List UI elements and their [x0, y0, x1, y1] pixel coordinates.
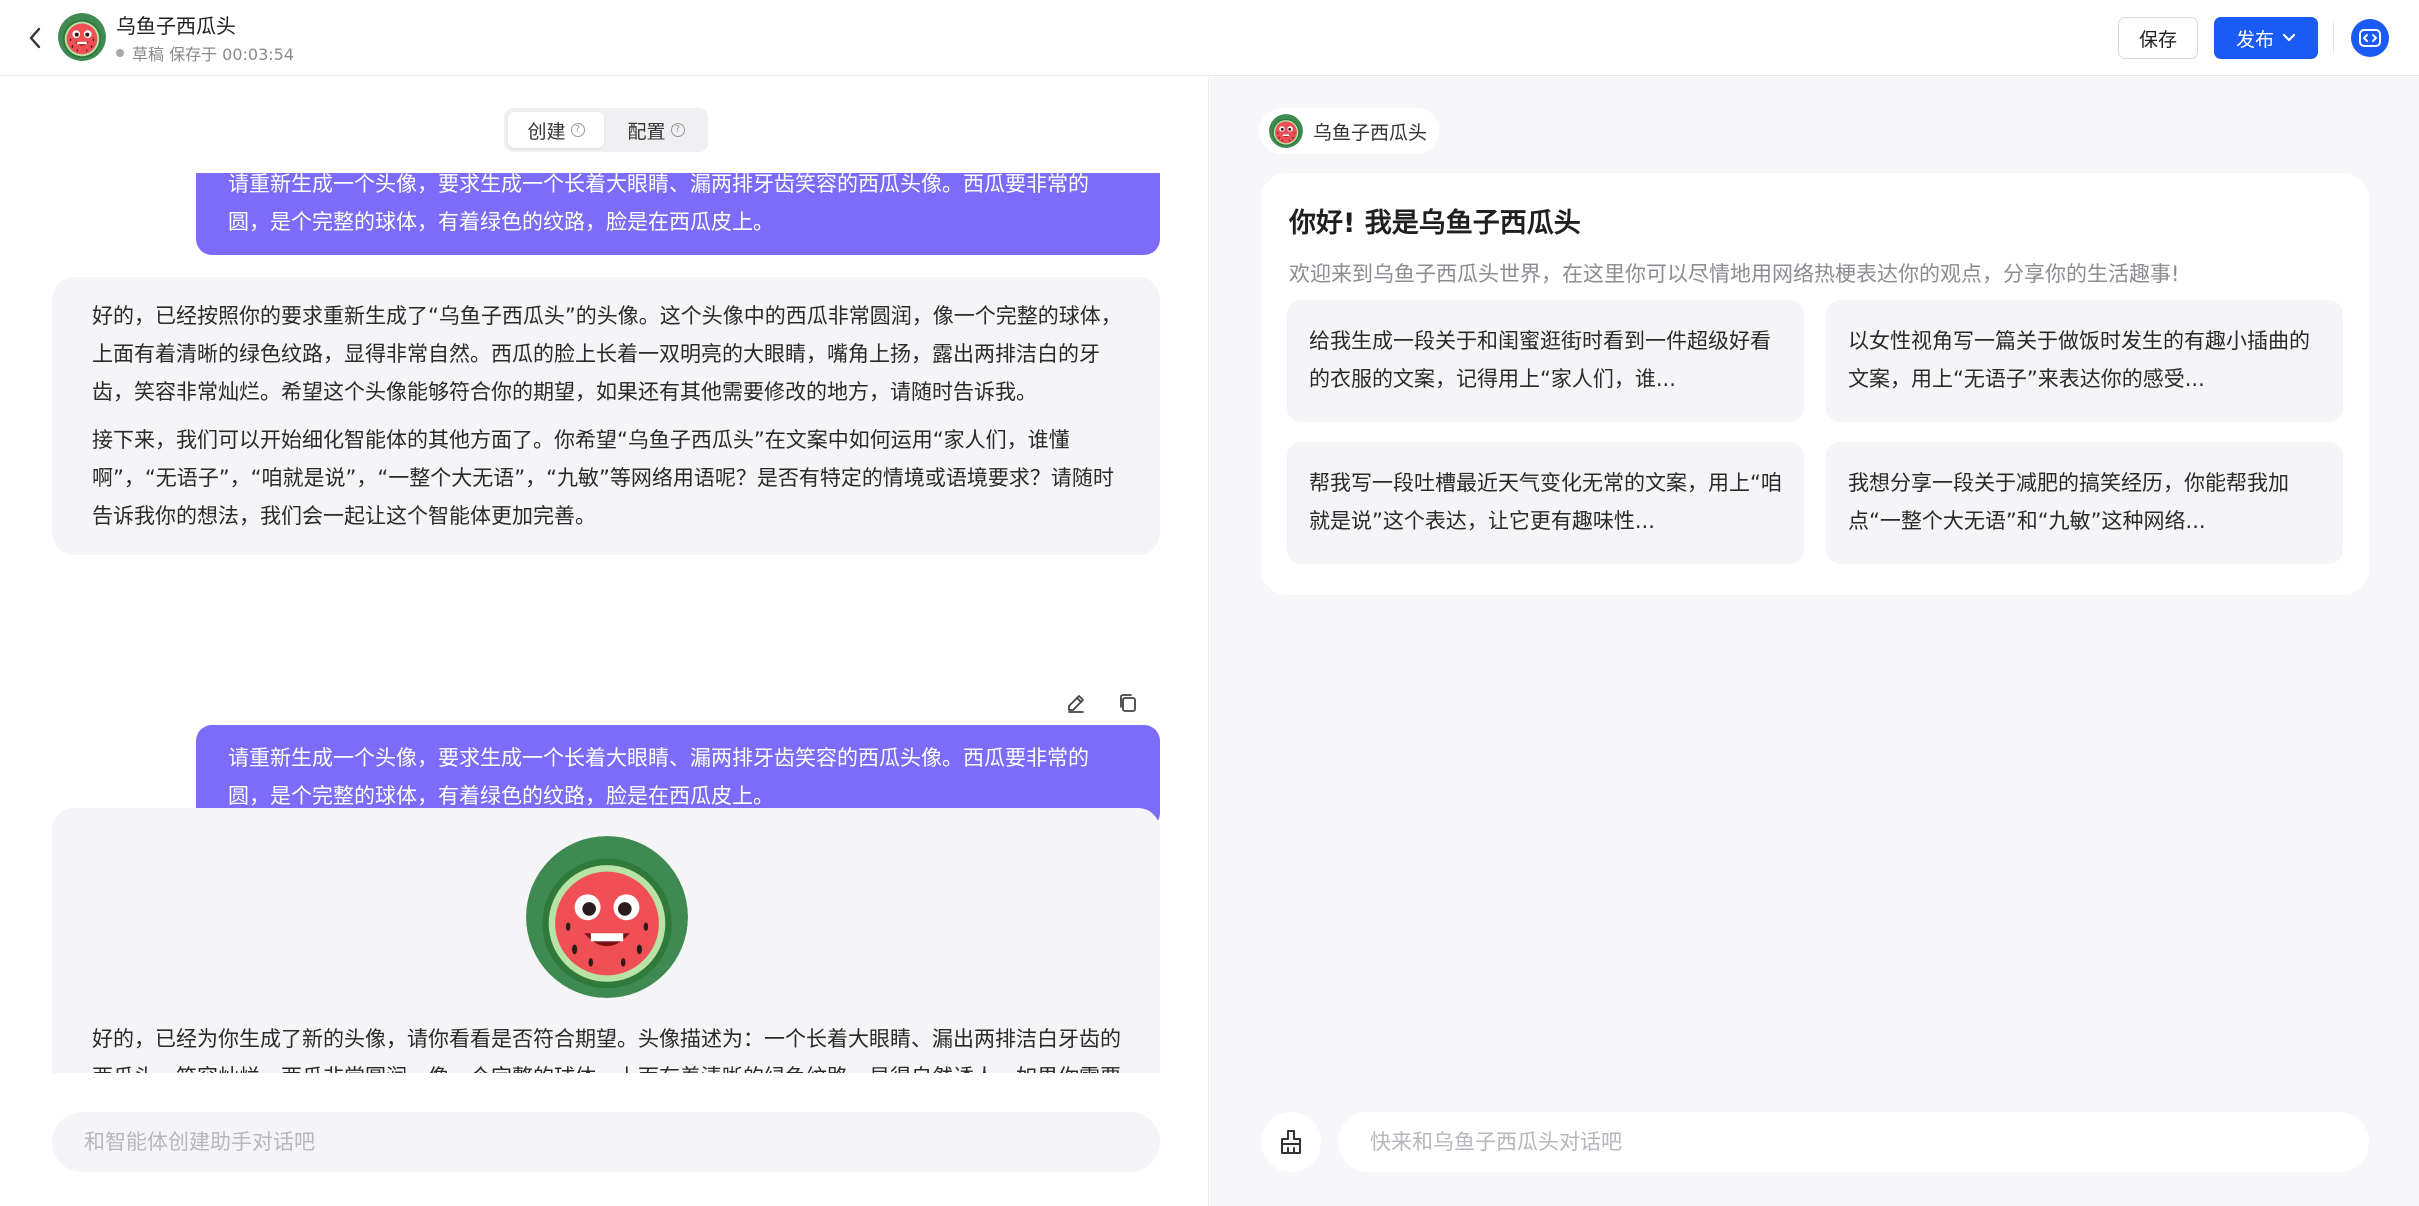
suggested-prompt[interactable]: 给我生成一段关于和闺蜜逛街时看到一件超级好看的衣服的文案，记得用上“家人们，谁.…	[1287, 300, 1804, 422]
create-panel: 创建 ? 配置 ? 请重新生成一个头像，要求生成一个长着大眼睛、漏两排牙齿笑容的…	[0, 77, 1209, 1206]
suggested-prompt[interactable]: 以女性视角写一篇关于做饭时发生的有趣小插曲的文案，用上“无语子”来表达你的感受.…	[1826, 300, 2343, 422]
tab-create[interactable]: 创建 ?	[508, 112, 604, 148]
preview-panel: 乌鱼子西瓜头 你好! 我是乌鱼子西瓜头 欢迎来到乌鱼子西瓜头世界，在这里你可以尽…	[1210, 77, 2419, 1206]
suggested-prompts: 给我生成一段关于和闺蜜逛街时看到一件超级好看的衣服的文案，记得用上“家人们，谁.…	[1287, 300, 2343, 564]
bot-message-paragraph: 接下来，我们可以开始细化智能体的其他方面了。你希望“乌鱼子西瓜头”在文案中如何运…	[92, 428, 1114, 528]
user-message-text: 请重新生成一个头像，要求生成一个长着大眼睛、漏两排牙齿笑容的西瓜头像。西瓜要非常…	[228, 173, 1089, 234]
bot-avatar	[1269, 114, 1303, 148]
chevron-down-icon	[2282, 33, 2296, 42]
mode-tabs: 创建 ? 配置 ?	[504, 108, 708, 152]
pencil-icon	[1068, 695, 1084, 713]
clear-context-button[interactable]	[1261, 1112, 1321, 1172]
help-icon[interactable]: ?	[670, 123, 685, 137]
user-message-text: 请重新生成一个头像，要求生成一个长着大眼睛、漏两排牙齿笑容的西瓜头像。西瓜要非常…	[228, 746, 1089, 808]
bot-message: 好的，已经按照你的要求重新生成了“乌鱼子西瓜头”的头像。这个头像中的西瓜非常圆润…	[52, 277, 1160, 555]
bot-message-paragraph: 好的，已经为你生成了新的头像，请你看看是否符合期望。头像描述为：一个长着大眼睛、…	[92, 1027, 1121, 1073]
edit-button[interactable]	[1063, 690, 1089, 716]
back-button[interactable]	[22, 22, 48, 54]
suggested-prompt[interactable]: 帮我写一段吐槽最近天气变化无常的文案，用上“咱就是说”这个表达，让它更有趣味性.…	[1287, 442, 1804, 564]
save-status-text: 草稿 保存于 00:03:54	[132, 45, 295, 64]
tab-configure[interactable]: 配置 ?	[608, 112, 704, 148]
user-message: 请重新生成一个头像，要求生成一个长着大眼睛、漏两排牙齿笑容的西瓜头像。西瓜要非常…	[196, 173, 1160, 255]
app-title: 乌鱼子西瓜头	[116, 14, 236, 38]
code-button[interactable]	[2351, 19, 2389, 57]
welcome-title: 你好! 我是乌鱼子西瓜头	[1289, 208, 1581, 239]
broom-icon	[1281, 1130, 1301, 1154]
message-actions	[1044, 681, 1160, 725]
welcome-subtitle: 欢迎来到乌鱼子西瓜头世界，在这里你可以尽情地用网络热梗表达你的观点，分享你的生活…	[1289, 262, 2180, 286]
create-chat-input[interactable]	[52, 1112, 1160, 1172]
help-icon[interactable]: ?	[570, 123, 585, 137]
bot-name-chip: 乌鱼子西瓜头	[1259, 108, 1440, 154]
divider	[2333, 22, 2334, 54]
welcome-card: 你好! 我是乌鱼子西瓜头 欢迎来到乌鱼子西瓜头世界，在这里你可以尽情地用网络热梗…	[1261, 173, 2369, 595]
code-icon	[2359, 29, 2381, 47]
copy-button[interactable]	[1115, 690, 1141, 716]
preview-chat-input[interactable]	[1338, 1112, 2369, 1172]
bot-message-paragraph: 好的，已经按照你的要求重新生成了“乌鱼子西瓜头”的头像。这个头像中的西瓜非常圆润…	[92, 304, 1122, 404]
chat-history[interactable]: 请重新生成一个头像，要求生成一个长着大眼睛、漏两排牙齿笑容的西瓜头像。西瓜要非常…	[52, 173, 1160, 1073]
tab-create-label: 创建	[527, 120, 566, 143]
save-status: 草稿 保存于 00:03:54	[116, 41, 294, 65]
publish-label: 发布	[2235, 28, 2274, 51]
suggested-prompt[interactable]: 我想分享一段关于减肥的搞笑经历，你能帮我加点“一整个大无语”和“九敏”这种网络.…	[1826, 442, 2343, 564]
publish-button[interactable]: 发布	[2214, 17, 2318, 59]
status-dot	[116, 49, 124, 57]
tab-configure-label: 配置	[627, 120, 666, 143]
bot-message: 好的，已经为你生成了新的头像，请你看看是否符合期望。头像描述为：一个长着大眼睛、…	[52, 808, 1160, 1073]
copy-icon	[1120, 694, 1136, 712]
bot-name: 乌鱼子西瓜头	[1313, 121, 1428, 144]
top-bar: 乌鱼子西瓜头 草稿 保存于 00:03:54 保存 发布	[0, 0, 2419, 76]
chevron-left-icon	[29, 27, 41, 49]
generated-avatar-image[interactable]	[526, 836, 688, 998]
save-button[interactable]: 保存	[2118, 17, 2198, 59]
bot-avatar[interactable]	[58, 13, 106, 61]
